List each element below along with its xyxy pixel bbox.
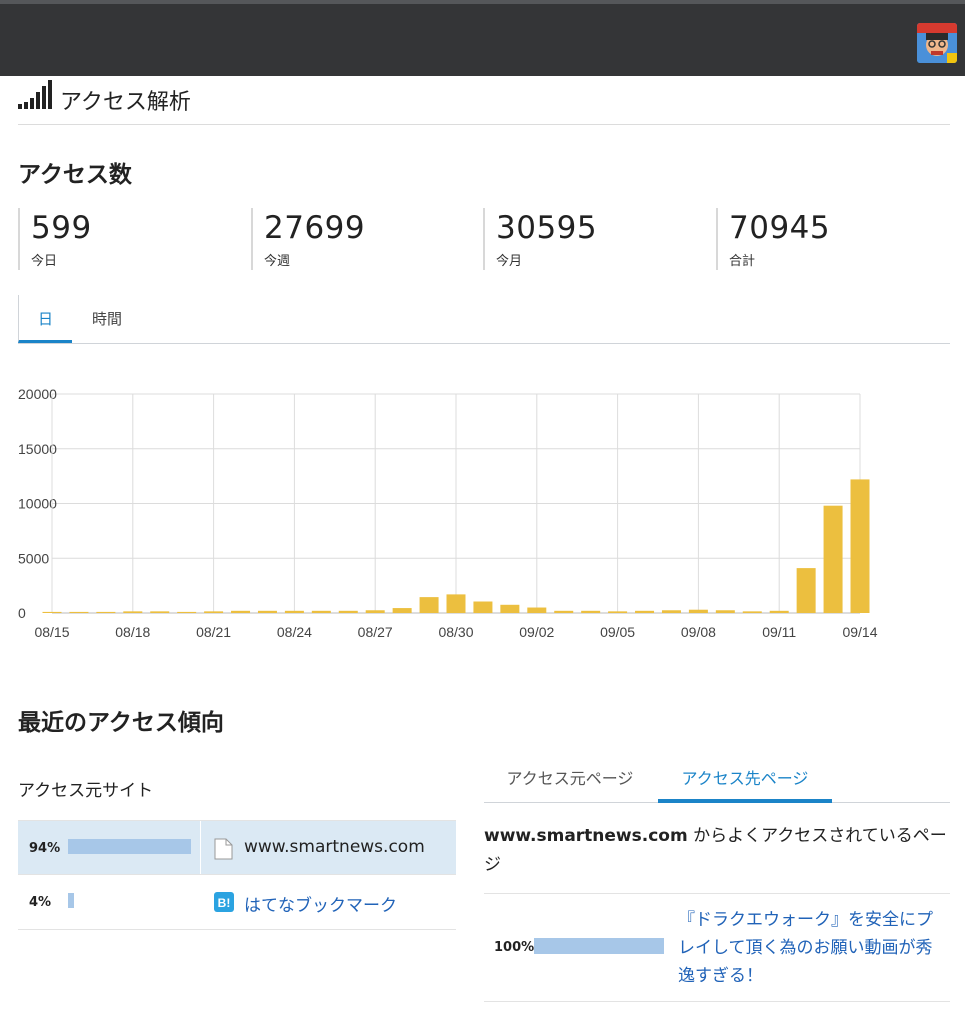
stat-value: 30595	[496, 210, 598, 246]
chart-bar	[581, 610, 601, 613]
chart-bar	[796, 568, 816, 613]
chart-bar	[69, 611, 89, 613]
tab-day[interactable]: 日	[18, 295, 72, 343]
stat-value: 599	[31, 210, 92, 246]
stat-month: 30595 今月	[483, 208, 713, 270]
stat-label: 今日	[31, 254, 58, 269]
page-title: アクセス解析	[60, 90, 191, 115]
chart-bar	[42, 611, 62, 613]
chart-bar	[823, 505, 843, 613]
y-tick-label: 20000	[18, 386, 57, 402]
chart-bar	[96, 611, 116, 613]
tab-source-pages[interactable]: アクセス元ページ	[484, 760, 656, 803]
recent-trends-heading: 最近のアクセス傾向	[18, 710, 224, 736]
top-bar	[0, 0, 965, 76]
chart-bar	[527, 607, 547, 613]
x-tick-label: 09/11	[762, 624, 796, 640]
chart-bar	[419, 597, 439, 613]
chart-bar	[284, 610, 304, 613]
y-tick-label: 15000	[18, 441, 57, 457]
table-row[interactable]: 94% www.smartnews.com	[18, 820, 456, 875]
chart-bar	[231, 610, 251, 613]
y-tick-label: 0	[18, 605, 26, 621]
stat-week: 27699 今週	[251, 208, 481, 270]
chart-bar	[500, 604, 520, 613]
page-header: アクセス解析	[18, 80, 950, 125]
chart-bar	[688, 609, 708, 613]
tab-hour[interactable]: 時間	[84, 295, 130, 343]
x-tick-label: 08/30	[438, 624, 473, 640]
stat-label: 今月	[496, 254, 523, 269]
chart-bar	[150, 611, 170, 613]
chart-bar	[392, 608, 412, 613]
period-tabs: 日 時間	[18, 295, 950, 344]
chart-bar	[446, 594, 466, 613]
chart-bar	[742, 611, 762, 613]
source-sites-table: 94% www.smartnews.com 4% B! はてなブックマーク	[18, 820, 456, 930]
chart-bar	[311, 610, 331, 613]
x-tick-label: 08/15	[34, 624, 69, 640]
x-tick-label: 09/05	[600, 624, 635, 640]
chart-bar	[769, 610, 789, 613]
destination-page-link[interactable]: 『ドラクエウォーク』を安全にプレイして頂く為のお願い動画が秀逸すぎる！	[678, 906, 944, 990]
stat-value: 70945	[729, 210, 831, 246]
destination-percent: 100%	[494, 940, 535, 955]
destination-heading: www.smartnews.com からよくアクセスされているページ	[484, 822, 950, 880]
tab-destination-pages[interactable]: アクセス先ページ	[658, 760, 832, 803]
source-ratio-bar	[68, 839, 191, 854]
x-tick-label: 08/27	[358, 624, 393, 640]
x-tick-label: 09/08	[681, 624, 716, 640]
chart-bar	[715, 610, 735, 613]
chart-bar	[661, 610, 681, 613]
chart-bar	[554, 610, 574, 613]
destination-site: www.smartnews.com	[484, 826, 688, 846]
chart-bar	[608, 611, 628, 613]
x-tick-label: 08/18	[115, 624, 150, 640]
x-tick-label: 08/21	[196, 624, 231, 640]
sources-heading: アクセス元サイト	[18, 781, 154, 801]
destination-ratio-bar	[534, 938, 664, 954]
stat-total: 70945 合計	[716, 208, 946, 270]
chart-bar	[257, 610, 277, 613]
daily-access-chart: 20000 15000 10000 5000 0 08/15 08/18 08/21 08/24…	[18, 386, 878, 640]
user-avatar[interactable]	[917, 23, 957, 63]
chart-bar	[123, 611, 143, 613]
source-percent: 94%	[29, 841, 61, 856]
table-row[interactable]: 100% 『ドラクエウォーク』を安全にプレイして頂く為のお願い動画が秀逸すぎる！	[484, 893, 950, 1002]
chart-bar	[635, 610, 655, 613]
stat-today: 599 今日	[18, 208, 248, 270]
svg-text:B!: B!	[218, 896, 231, 910]
signal-bars-icon	[18, 80, 52, 109]
chart-bar	[850, 479, 870, 613]
chart-bar	[204, 611, 224, 613]
chart-bar	[177, 611, 197, 613]
y-tick-label: 10000	[18, 496, 57, 512]
access-count-heading: アクセス数	[18, 162, 132, 188]
stat-value: 27699	[264, 210, 366, 246]
page-tabs: アクセス元ページ アクセス先ページ	[484, 760, 950, 803]
chart-bar	[338, 610, 358, 613]
y-tick-label: 5000	[18, 550, 49, 566]
x-tick-label: 09/14	[842, 624, 877, 640]
chart-bar	[365, 610, 385, 613]
source-ratio-bar	[68, 893, 74, 908]
stat-label: 合計	[729, 254, 756, 269]
table-row[interactable]: 4% B! はてなブックマーク	[18, 875, 456, 930]
source-percent: 4%	[29, 895, 52, 910]
source-site-name: www.smartnews.com	[244, 837, 425, 857]
source-site-link[interactable]: はてなブックマーク	[244, 891, 397, 916]
document-icon	[214, 838, 233, 860]
stat-label: 今週	[264, 254, 291, 269]
x-tick-label: 08/24	[277, 624, 312, 640]
x-tick-label: 09/02	[519, 624, 554, 640]
hatena-bookmark-icon: B!	[214, 892, 234, 912]
chart-bar	[473, 601, 493, 613]
